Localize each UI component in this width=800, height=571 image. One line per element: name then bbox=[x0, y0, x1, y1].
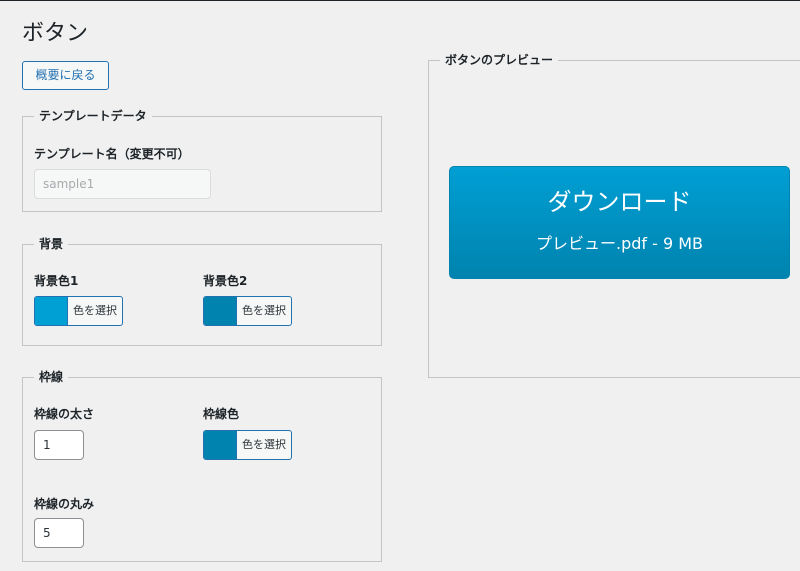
border-color-swatch bbox=[204, 431, 237, 459]
template-data-legend: テンプレートデータ bbox=[34, 108, 152, 125]
border-color-label: 枠線色 bbox=[203, 407, 240, 421]
download-preview-button[interactable]: ダウンロード プレビュー.pdf - 9 MB bbox=[449, 166, 790, 279]
border-width-input[interactable] bbox=[34, 430, 84, 460]
background-color1-label: 背景色1 bbox=[34, 274, 79, 288]
page-title: ボタン bbox=[22, 21, 89, 46]
border-radius-input[interactable] bbox=[34, 518, 84, 548]
select-color-label: 色を選択 bbox=[242, 438, 286, 451]
template-data-fieldset: テンプレートデータ テンプレート名（変更不可） bbox=[22, 108, 382, 212]
preview-button-sub-text: プレビュー.pdf - 9 MB bbox=[535, 234, 704, 253]
template-name-field bbox=[34, 169, 211, 199]
background-color2-swatch bbox=[204, 297, 237, 325]
border-legend: 枠線 bbox=[34, 369, 69, 386]
background-fieldset: 背景 背景色1 色を選択 背景色2 色を選択 bbox=[22, 236, 382, 346]
background-legend: 背景 bbox=[34, 236, 69, 253]
button-preview-legend: ボタンのプレビュー bbox=[440, 52, 559, 69]
border-width-label: 枠線の太さ bbox=[34, 407, 95, 421]
back-to-overview-button[interactable]: 概要に戻る bbox=[22, 61, 109, 90]
background-color2-picker[interactable]: 色を選択 bbox=[203, 296, 292, 326]
background-color2-label: 背景色2 bbox=[203, 274, 248, 288]
template-name-label: テンプレート名（変更不可） bbox=[34, 147, 190, 161]
background-color1-swatch bbox=[35, 297, 68, 325]
border-radius-label: 枠線の丸み bbox=[34, 497, 95, 511]
select-color-label: 色を選択 bbox=[73, 304, 117, 317]
border-color-picker[interactable]: 色を選択 bbox=[203, 430, 292, 460]
border-fieldset: 枠線 枠線の太さ 枠線色 色を選択 枠線の丸み bbox=[22, 369, 382, 562]
background-color1-picker[interactable]: 色を選択 bbox=[34, 296, 123, 326]
select-color-label: 色を選択 bbox=[242, 304, 286, 317]
preview-button-main-text: ダウンロード bbox=[547, 188, 692, 216]
